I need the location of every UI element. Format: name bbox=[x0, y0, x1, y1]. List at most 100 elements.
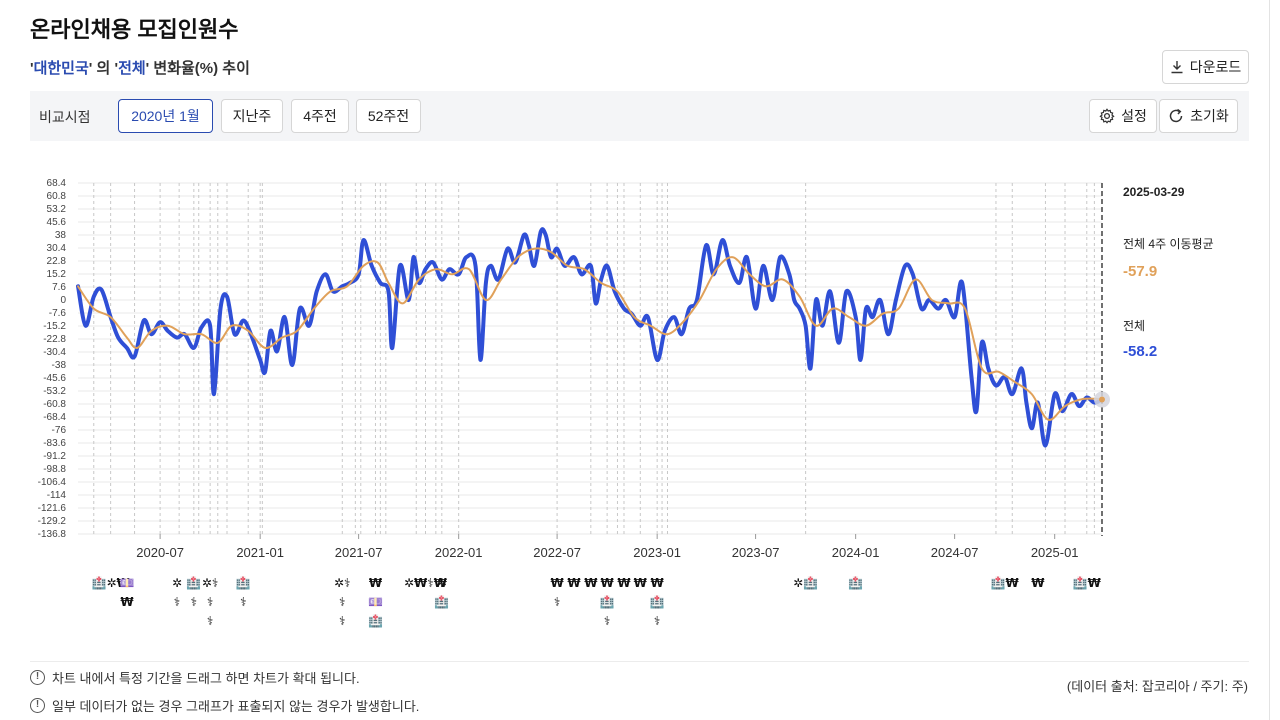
download-button[interactable]: 다운로드 bbox=[1162, 50, 1249, 84]
event-lines bbox=[94, 183, 1095, 534]
event-icon: ⚕ bbox=[240, 593, 247, 612]
total-label: 전체 bbox=[1123, 319, 1145, 333]
y-tick-label: -7.6 bbox=[49, 308, 67, 319]
annotation-group[interactable]: ₩🏥⚕ bbox=[637, 574, 677, 631]
line-chart[interactable]: 68.460.853.245.63830.422.815.27.60-7.6-1… bbox=[0, 150, 1280, 570]
x-tick-label: 2025-01 bbox=[1031, 545, 1079, 560]
y-tick-label: 7.6 bbox=[52, 282, 66, 293]
y-tick-label: -76 bbox=[52, 425, 67, 436]
reset-button[interactable]: 초기화 bbox=[1159, 99, 1238, 133]
event-icon: 🏥₩ bbox=[1073, 574, 1101, 593]
annotation-group[interactable]: ✲🏥 bbox=[422, 574, 462, 612]
footer-divider bbox=[30, 661, 1249, 662]
event-icon: ₩ bbox=[1031, 574, 1044, 593]
y-tick-label: 38 bbox=[55, 230, 67, 241]
ma4-value: -57.9 bbox=[1123, 263, 1157, 280]
event-icon: ✲⚕ bbox=[334, 574, 351, 593]
compare-toolbar: 비교시점 2020년 1월 지난주 4주전 52주전 설정 초기화 bbox=[30, 91, 1249, 141]
event-icon: ✲⚕ bbox=[202, 574, 219, 593]
y-tick-label: -129.2 bbox=[38, 516, 67, 527]
x-tick-label: 2022-01 bbox=[435, 545, 483, 560]
event-icon: 💷 bbox=[119, 574, 134, 593]
y-tick-label: 30.4 bbox=[47, 243, 67, 254]
x-tick-label: 2023-07 bbox=[732, 545, 780, 560]
y-tick-label: 0 bbox=[60, 295, 66, 306]
event-icon: ⚕ bbox=[604, 612, 611, 631]
y-tick-label: 15.2 bbox=[47, 269, 67, 280]
event-icon: ⚕ bbox=[207, 612, 214, 631]
y-tick-label: 53.2 bbox=[47, 204, 67, 215]
event-icon: ✲🏥 bbox=[793, 574, 818, 593]
x-tick-label: 2024-07 bbox=[931, 545, 979, 560]
x-tick-label: 2023-01 bbox=[633, 545, 681, 560]
y-tick-label: 68.4 bbox=[47, 178, 67, 189]
drag-zoom-note: ! 차트 내에서 특정 기간을 드래그 하면 차트가 확대 됩니다. bbox=[30, 668, 360, 687]
annotation-group[interactable]: ₩💷🏥 bbox=[355, 574, 395, 631]
event-icon: 🏥 bbox=[600, 593, 615, 612]
y-axis-ticks: 68.460.853.245.63830.422.815.27.60-7.6-1… bbox=[38, 178, 67, 540]
x-axis-ticks: 2020-072021-012021-072022-012022-072023-… bbox=[136, 534, 1078, 560]
annotation-group[interactable]: ✲🏥 bbox=[786, 574, 826, 593]
y-tick-label: -121.6 bbox=[38, 503, 67, 514]
note-2-text: 일부 데이터가 없는 경우 그래프가 표출되지 않는 경우가 발생합니다. bbox=[52, 696, 419, 715]
subtitle-tail: ' 변화율(%) 추이 bbox=[146, 60, 250, 77]
compare-option-52-weeks[interactable]: 52주전 bbox=[356, 99, 421, 133]
event-icon: ⚕ bbox=[339, 612, 346, 631]
x-tick-label: 2024-01 bbox=[832, 545, 880, 560]
series-line-total bbox=[78, 229, 1102, 445]
y-tick-label: -106.4 bbox=[38, 477, 67, 488]
subtitle-mid: 의 ' bbox=[92, 60, 118, 77]
category-name: 전체 bbox=[118, 60, 146, 77]
y-tick-label: -38 bbox=[52, 360, 67, 371]
latest-values-panel: 2025-03-29 전체 4주 이동평균 -57.9 전체 -58.2 bbox=[1123, 185, 1214, 360]
y-tick-label: -91.2 bbox=[43, 451, 66, 462]
event-annotations: 🏥✲₩💷₩✲⚕🏥⚕✲⚕⚕⚕🏥⚕✲⚕⚕⚕₩💷🏥✲₩⚕₩✲🏥₩⚕₩₩₩🏥⚕₩₩₩🏥⚕… bbox=[0, 570, 1280, 635]
settings-button[interactable]: 설정 bbox=[1089, 99, 1157, 133]
x-tick-label: 2020-07 bbox=[136, 545, 184, 560]
y-tick-label: 60.8 bbox=[47, 191, 67, 202]
ma4-label: 전체 4주 이동평균 bbox=[1123, 237, 1214, 251]
download-label: 다운로드 bbox=[1190, 57, 1242, 77]
annotation-group[interactable]: ₩ bbox=[1018, 574, 1058, 593]
total-value: -58.2 bbox=[1123, 343, 1157, 360]
event-icon: 🏥₩ bbox=[991, 574, 1019, 593]
chart-subtitle: '대한민국' 의 '전체' 변화율(%) 추이 bbox=[30, 57, 250, 78]
reset-label: 초기화 bbox=[1190, 106, 1229, 126]
y-tick-label: -53.2 bbox=[43, 386, 66, 397]
event-icon: 🏥 bbox=[434, 593, 449, 612]
refresh-icon bbox=[1168, 108, 1184, 124]
event-icon: 💷 bbox=[368, 593, 383, 612]
event-icon: ⚕ bbox=[207, 593, 214, 612]
y-tick-label: -60.8 bbox=[43, 399, 66, 410]
annotation-group[interactable]: 🏥 bbox=[836, 574, 876, 593]
compare-option-last-week[interactable]: 지난주 bbox=[221, 99, 283, 133]
event-icon: ₩ bbox=[120, 593, 133, 612]
latest-point bbox=[1099, 397, 1105, 403]
annotation-group[interactable]: 🏥₩ bbox=[1067, 574, 1107, 593]
data-source: (데이터 출처: 잡코리아 / 주기: 주) bbox=[1067, 676, 1248, 695]
y-tick-label: -114 bbox=[47, 490, 67, 501]
y-tick-label: -136.8 bbox=[38, 529, 67, 540]
annotation-group[interactable]: 🏥⚕ bbox=[223, 574, 263, 612]
grid-layer bbox=[78, 183, 1102, 534]
compare-option-4-weeks[interactable]: 4주전 bbox=[291, 99, 349, 133]
event-icon: ₩ bbox=[369, 574, 382, 593]
compare-option-2020-01[interactable]: 2020년 1월 bbox=[118, 99, 213, 133]
latest-date-label: 2025-03-29 bbox=[1123, 185, 1185, 199]
note-1-text: 차트 내에서 특정 기간을 드래그 하면 차트가 확대 됩니다. bbox=[52, 668, 360, 687]
region-name: 대한민국 bbox=[34, 60, 89, 77]
event-icon: ⚕ bbox=[654, 612, 661, 631]
compare-label: 비교시점 bbox=[39, 107, 91, 127]
event-icon: 🏥 bbox=[236, 574, 251, 593]
y-tick-label: -68.4 bbox=[43, 412, 66, 423]
event-icon: 🏥 bbox=[848, 574, 863, 593]
y-tick-label: -30.4 bbox=[43, 347, 66, 358]
gear-icon bbox=[1099, 108, 1115, 124]
download-icon bbox=[1170, 60, 1184, 74]
missing-data-note: ! 일부 데이터가 없는 경우 그래프가 표출되지 않는 경우가 발생합니다. bbox=[30, 696, 419, 715]
settings-label: 설정 bbox=[1121, 106, 1147, 126]
annotation-group[interactable]: 💷₩ bbox=[107, 574, 147, 612]
event-icon: 🏥 bbox=[650, 593, 665, 612]
event-icon: ⚕ bbox=[339, 593, 346, 612]
event-icon: 🏥 bbox=[368, 612, 383, 631]
